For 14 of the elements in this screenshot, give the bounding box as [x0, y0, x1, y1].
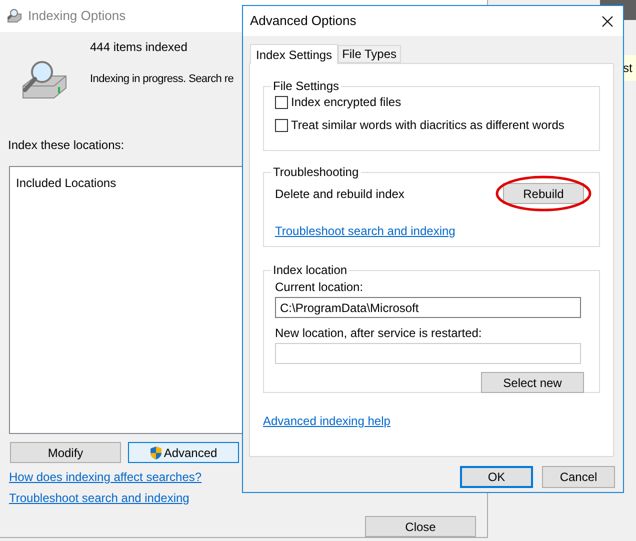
checkbox-label: Treat similar words with diacritics as different words — [291, 118, 564, 132]
locations-label: Index these locations: — [8, 138, 126, 153]
group-title: Index location — [272, 262, 348, 279]
field-label: Current location: — [275, 280, 364, 294]
group-title: File Settings — [272, 78, 340, 95]
window-title: Indexing Options — [28, 7, 126, 26]
items-indexed-count: 444 items indexed — [90, 40, 188, 55]
checkbox-label: Index encrypted files — [291, 95, 402, 109]
indexing-status: Indexing in progress. Search re — [90, 72, 234, 87]
field-label: New location, after service is restarted: — [275, 326, 483, 340]
dialog-title: Advanced Options — [250, 12, 356, 30]
rebuild-label: Delete and rebuild index — [275, 186, 404, 202]
group-title: Troubleshooting — [272, 164, 360, 181]
column-header: Included Locations — [16, 176, 116, 190]
